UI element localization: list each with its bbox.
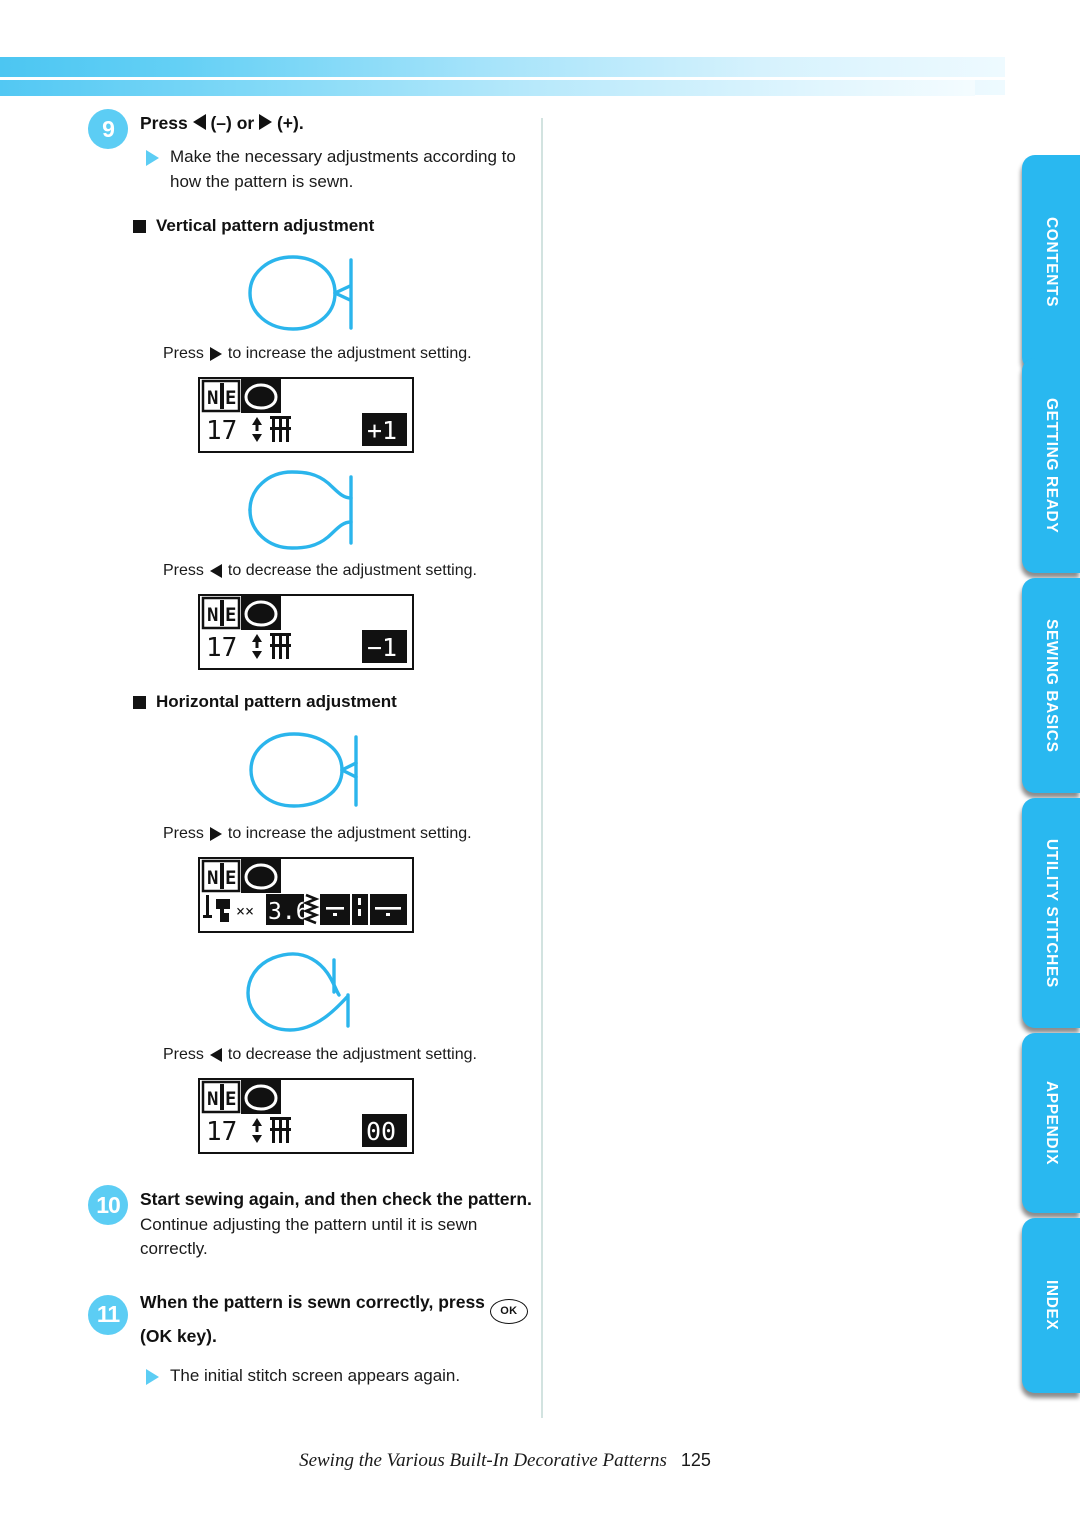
- svg-text:××: ××: [236, 902, 254, 920]
- caption-prefix: Press: [163, 1046, 204, 1064]
- svg-text:17: 17: [206, 416, 237, 446]
- pattern-figure-horizontal-increase: [238, 726, 548, 821]
- right-arrow-key-icon: [259, 114, 273, 130]
- side-tab-getting-ready-label: GETTING READY: [1043, 397, 1060, 534]
- svg-text:17: 17: [206, 633, 237, 663]
- step-9-title-minus: (–) or: [210, 113, 255, 133]
- right-arrow-icon: [209, 827, 222, 842]
- caption-prefix: Press: [163, 345, 204, 363]
- pattern-figure-horizontal-decrease: [238, 947, 548, 1042]
- caption-prefix: Press: [163, 562, 204, 580]
- caption-horizontal-decrease: Press to decrease the adjustment setting…: [163, 1046, 548, 1064]
- svg-text:N: N: [207, 867, 218, 889]
- side-tab-appendix-label: APPENDIX: [1043, 1080, 1060, 1166]
- lcd-vertical-decrease: N E 17 −1: [198, 594, 414, 671]
- svg-text:E: E: [225, 387, 236, 409]
- caption-vertical-decrease: Press to decrease the adjustment setting…: [163, 562, 548, 580]
- left-arrow-key-icon: [192, 114, 206, 130]
- svg-text:N: N: [207, 387, 218, 409]
- caption-suffix: to increase the adjustment setting.: [227, 345, 472, 363]
- step-9: 9 Press (–) or (+). Make the necessary a…: [88, 108, 548, 194]
- square-bullet-icon: [133, 219, 146, 233]
- side-tab-rail: CONTENTS GETTING READY SEWING BASICS UTI…: [1018, 0, 1080, 1526]
- lcd-value: +1: [367, 416, 397, 445]
- left-arrow-icon: [209, 564, 222, 579]
- ok-key-icon: OK: [489, 1298, 528, 1324]
- right-arrow-icon: [209, 347, 222, 362]
- section-heading-horizontal: Horizontal pattern adjustment: [133, 692, 548, 712]
- step-9-number: 9: [88, 109, 128, 149]
- step-9-bullet: Make the necessary adjustments according…: [140, 145, 548, 194]
- step-11-title-b: (OK key).: [140, 1325, 217, 1346]
- step-11-number: 11: [88, 1294, 128, 1335]
- svg-text:E: E: [225, 1088, 236, 1110]
- step-11-bullet: The initial stitch screen appears again.: [140, 1364, 548, 1389]
- square-bullet-icon: [133, 695, 146, 709]
- pattern-figure-vertical-increase: [238, 250, 548, 341]
- left-arrow-icon: [209, 1048, 222, 1063]
- step-9-bullet-text: Make the necessary adjustments according…: [170, 147, 516, 191]
- header-band-lower: [0, 80, 975, 96]
- section-heading-vertical: Vertical pattern adjustment: [133, 216, 548, 236]
- caption-prefix: Press: [163, 825, 204, 843]
- content-column: 9 Press (–) or (+). Make the necessary a…: [88, 108, 548, 1393]
- svg-text:E: E: [225, 867, 236, 889]
- step-10-title: Start sewing again, and then check the p…: [140, 1189, 532, 1210]
- svg-text:N: N: [207, 1088, 218, 1110]
- side-tab-utility-stitches[interactable]: UTILITY STITCHES: [1022, 798, 1080, 1028]
- step-10: 10 Start sewing again, and then check th…: [88, 1184, 548, 1260]
- step-9-title: Press (–) or (+).: [140, 108, 548, 135]
- step-10-number: 10: [88, 1185, 128, 1226]
- lcd-value: 00: [366, 1117, 396, 1146]
- svg-text:E: E: [225, 604, 236, 626]
- footer-title: Sewing the Various Built-In Decorative P…: [299, 1450, 667, 1471]
- side-tab-index[interactable]: INDEX: [1022, 1218, 1080, 1393]
- side-tab-sewing-basics-label: SEWING BASICS: [1043, 618, 1060, 753]
- caption-suffix: to decrease the adjustment setting.: [227, 1046, 477, 1064]
- lcd-value: −1: [367, 633, 397, 662]
- side-tab-sewing-basics[interactable]: SEWING BASICS: [1022, 578, 1080, 793]
- caption-suffix: to decrease the adjustment setting.: [227, 562, 477, 580]
- side-tab-contents[interactable]: CONTENTS: [1022, 155, 1080, 370]
- page-number: 125: [680, 1450, 711, 1470]
- step-11-title: When the pattern is sewn correctly, pres…: [140, 1287, 548, 1348]
- step-11-title-a: When the pattern is sewn correctly, pres…: [140, 1291, 485, 1312]
- section-heading-horizontal-label: Horizontal pattern adjustment: [156, 692, 397, 712]
- step-9-title-plus: (+).: [276, 113, 304, 133]
- step-11: 11 When the pattern is sewn correctly, p…: [88, 1287, 548, 1389]
- side-tab-index-label: INDEX: [1043, 1280, 1060, 1331]
- section-heading-vertical-label: Vertical pattern adjustment: [156, 216, 375, 236]
- svg-text:17: 17: [206, 1117, 237, 1147]
- lcd-horizontal-decrease: N E 17 00: [198, 1078, 414, 1155]
- pattern-figure-vertical-decrease: [238, 467, 548, 558]
- step-11-bullet-text: The initial stitch screen appears again.: [170, 1365, 461, 1385]
- lcd-horizontal-increase: N E ×× 3.6: [198, 857, 414, 934]
- side-tab-contents-label: CONTENTS: [1043, 217, 1060, 308]
- svg-text:N: N: [207, 604, 218, 626]
- triangle-bullet-icon: [146, 150, 159, 167]
- step-10-body: Continue adjusting the pattern until it …: [140, 1214, 478, 1258]
- triangle-bullet-icon: [146, 1368, 159, 1385]
- caption-suffix: to increase the adjustment setting.: [227, 825, 472, 843]
- side-tab-utility-stitches-label: UTILITY STITCHES: [1043, 838, 1060, 988]
- side-tab-getting-ready[interactable]: GETTING READY: [1022, 358, 1080, 573]
- footer: Sewing the Various Built-In Decorative P…: [0, 1450, 1010, 1472]
- lcd-vertical-increase: N E 17 +1: [198, 377, 414, 454]
- step-9-title-prefix: Press: [140, 113, 188, 133]
- side-tab-appendix[interactable]: APPENDIX: [1022, 1033, 1080, 1213]
- caption-horizontal-increase: Press to increase the adjustment setting…: [163, 825, 548, 843]
- caption-vertical-increase: Press to increase the adjustment setting…: [163, 345, 548, 363]
